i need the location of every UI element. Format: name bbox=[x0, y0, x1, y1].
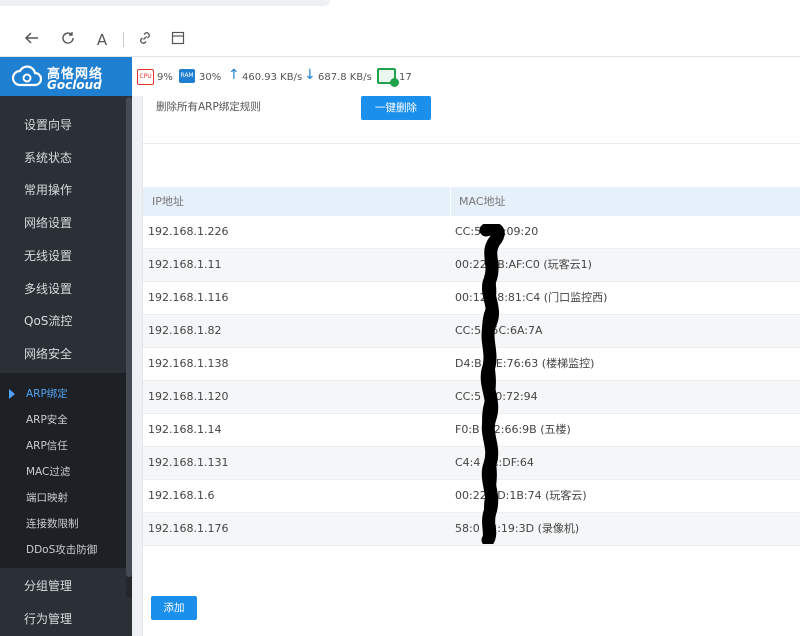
table-row[interactable]: 192.168.1.6 00:22 2D:1B:74 (玩客云) bbox=[143, 480, 800, 513]
reload-icon[interactable] bbox=[58, 30, 78, 50]
ram-usage: 30% bbox=[199, 72, 222, 83]
table-row[interactable]: 192.168.1.131 C4:4 8C:DF:64 bbox=[143, 447, 800, 480]
main-content: 删除所有ARP绑定规则 一键删除 IP地址 MAC地址 192.168.1.22… bbox=[132, 96, 800, 636]
subnav-item-connection-limit[interactable]: 连接数限制 bbox=[0, 511, 126, 537]
mac-cell: CC:5 :20:72:94 bbox=[455, 390, 538, 403]
security-submenu: ARP绑定 ARP安全 ARP信任 MAC过滤 端口映射 连接数限制 DDoS攻… bbox=[0, 373, 126, 568]
mac-cell: 00:22 2D:1B:74 (玩客云) bbox=[455, 489, 587, 502]
ip-cell: 192.168.1.120 bbox=[148, 390, 229, 403]
arp-binding-panel: 删除所有ARP绑定规则 一键删除 IP地址 MAC地址 192.168.1.22… bbox=[142, 96, 800, 636]
back-arrow-icon[interactable] bbox=[22, 30, 42, 50]
brand-name-en: Gocloud bbox=[47, 78, 102, 92]
active-marker-icon bbox=[9, 389, 15, 399]
sidebar-item-group-management[interactable]: 分组管理 bbox=[0, 570, 126, 602]
sidebar-item-wireless-settings[interactable]: 无线设置 bbox=[0, 240, 126, 272]
section-divider bbox=[143, 143, 800, 144]
table-row[interactable]: 192.168.1.116 00:12 18:81:C4 (门口监控西) bbox=[143, 282, 800, 315]
reader-mode-icon[interactable]: A bbox=[92, 30, 112, 50]
subnav-item-arp-binding[interactable]: ARP绑定 bbox=[0, 381, 126, 407]
sidebar-item-network-security[interactable]: 网络安全 bbox=[0, 338, 126, 370]
connection-count: 17 bbox=[399, 72, 412, 83]
link-icon[interactable] bbox=[135, 30, 155, 50]
delete-all-label: 删除所有ARP绑定规则 bbox=[156, 101, 261, 113]
ram-icon: RAM bbox=[179, 69, 195, 83]
column-header-mac: MAC地址 bbox=[459, 195, 506, 208]
sidebar-item-system-status[interactable]: 系统状态 bbox=[0, 142, 126, 174]
sidebar-icon[interactable] bbox=[168, 30, 188, 50]
table-row[interactable]: 192.168.1.176 58:0 02:19:3D (录像机) bbox=[143, 513, 800, 546]
sidebar: 高恪网络 Gocloud 设置向导 系统状态 常用操作 网络设置 无线设置 多线… bbox=[0, 57, 132, 636]
column-header-ip: IP地址 bbox=[152, 195, 184, 208]
status-bar: CPU 9% RAM 30% ↑ 460.93 KB/s ↓ 687.8 KB/… bbox=[132, 57, 800, 96]
cpu-icon: CPU bbox=[137, 69, 154, 85]
mac-cell: 58:0 02:19:3D (录像机) bbox=[455, 522, 580, 535]
connections-icon bbox=[377, 68, 399, 87]
table-row[interactable]: 192.168.1.14 F0:B :12:66:9B (五楼) bbox=[143, 414, 800, 447]
ip-cell: 192.168.1.82 bbox=[148, 324, 222, 337]
table-row[interactable]: 192.168.1.138 D4:B :4E:76:63 (楼梯监控) bbox=[143, 348, 800, 381]
table-row[interactable]: 192.168.1.82 CC:50 5C:6A:7A bbox=[143, 315, 800, 348]
sidebar-item-network-settings[interactable]: 网络设置 bbox=[0, 207, 126, 239]
ip-cell: 192.168.1.116 bbox=[148, 291, 229, 304]
ip-cell: 192.168.1.176 bbox=[148, 522, 229, 535]
ip-cell: 192.168.1.11 bbox=[148, 258, 222, 271]
toolbar-separator bbox=[123, 32, 124, 47]
column-separator bbox=[450, 187, 451, 216]
subnav-item-port-mapping[interactable]: 端口映射 bbox=[0, 485, 126, 511]
subnav-item-arp-security[interactable]: ARP安全 bbox=[0, 407, 126, 433]
subnav-item-ddos-defense[interactable]: DDoS攻击防御 bbox=[0, 537, 126, 563]
download-speed: 687.8 KB/s bbox=[318, 72, 372, 83]
ip-cell: 192.168.1.138 bbox=[148, 357, 229, 370]
upload-arrow-icon: ↑ bbox=[228, 67, 240, 83]
ip-cell: 192.168.1.6 bbox=[148, 489, 215, 502]
tab-strip bbox=[0, 0, 330, 6]
mac-cell: D4:B :4E:76:63 (楼梯监控) bbox=[455, 357, 595, 370]
mac-cell: CC:5 :2B:09:20 bbox=[455, 225, 539, 238]
mac-cell: F0:B :12:66:9B (五楼) bbox=[455, 423, 571, 436]
sidebar-item-common-ops[interactable]: 常用操作 bbox=[0, 174, 126, 206]
add-button[interactable]: 添加 bbox=[151, 596, 197, 620]
ip-cell: 192.168.1.131 bbox=[148, 456, 229, 469]
subnav-label: ARP绑定 bbox=[26, 388, 68, 400]
upload-speed: 460.93 KB/s bbox=[242, 72, 303, 83]
table-header: IP地址 MAC地址 bbox=[143, 187, 800, 216]
browser-toolbar: A bbox=[0, 0, 800, 57]
mac-cell: C4:4 8C:DF:64 bbox=[455, 456, 534, 469]
cloud-logo-icon bbox=[12, 65, 42, 87]
sidebar-item-setup-wizard[interactable]: 设置向导 bbox=[0, 109, 126, 141]
ip-cell: 192.168.1.226 bbox=[148, 225, 229, 238]
mac-cell: 00:12 18:81:C4 (门口监控西) bbox=[455, 291, 608, 304]
cpu-usage: 9% bbox=[157, 72, 173, 83]
table-row[interactable]: 192.168.1.226 CC:5 :2B:09:20 bbox=[143, 216, 800, 249]
sidebar-item-behavior-management[interactable]: 行为管理 bbox=[0, 603, 126, 635]
download-arrow-icon: ↓ bbox=[304, 67, 316, 83]
ip-cell: 192.168.1.14 bbox=[148, 423, 222, 436]
brand-logo[interactable]: 高恪网络 Gocloud bbox=[0, 57, 132, 96]
subnav-item-mac-filter[interactable]: MAC过滤 bbox=[0, 459, 126, 485]
mac-cell: CC:50 5C:6A:7A bbox=[455, 324, 543, 337]
sidebar-item-multiline-settings[interactable]: 多线设置 bbox=[0, 273, 126, 305]
table-row[interactable]: 192.168.1.120 CC:5 :20:72:94 bbox=[143, 381, 800, 414]
mac-cell: 00:22 4B:AF:C0 (玩客云1) bbox=[455, 258, 592, 271]
subnav-item-arp-trust[interactable]: ARP信任 bbox=[0, 433, 126, 459]
delete-all-button[interactable]: 一键删除 bbox=[361, 96, 431, 120]
table-row[interactable]: 192.168.1.11 00:22 4B:AF:C0 (玩客云1) bbox=[143, 249, 800, 282]
sidebar-item-qos[interactable]: QoS流控 bbox=[0, 305, 126, 337]
